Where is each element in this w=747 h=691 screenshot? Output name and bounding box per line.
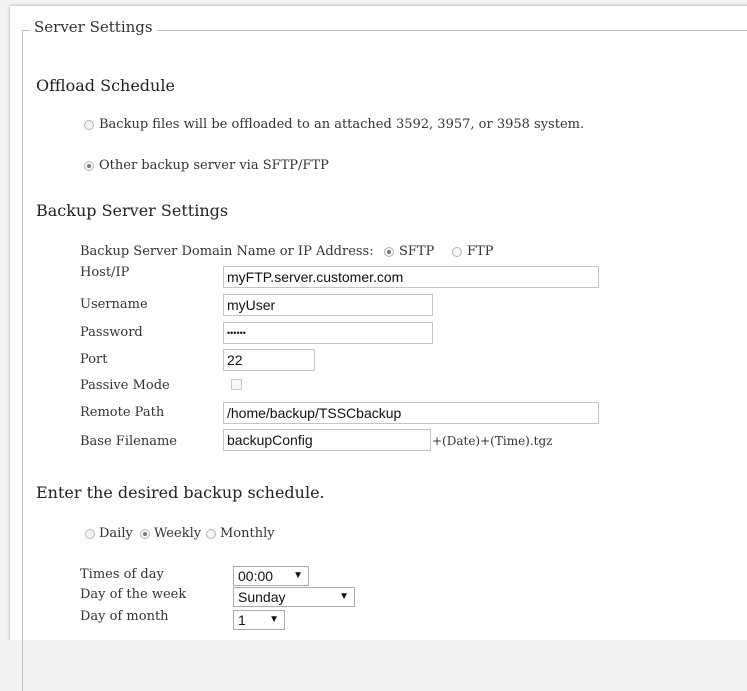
username-label: Username — [80, 297, 148, 312]
day-of-month-value: 1 — [238, 612, 246, 628]
host-input[interactable]: myFTP.server.customer.com — [223, 266, 599, 288]
chevron-down-icon: ▼ — [339, 591, 349, 602]
protocol-ftp-label: FTP — [467, 244, 494, 259]
day-of-month-select[interactable]: 1 ▼ — [233, 610, 285, 630]
weekly-label: Weekly — [154, 526, 202, 541]
day-of-week-value: Sunday — [238, 589, 286, 605]
offload-other-label: Other backup server via SFTP/FTP — [99, 158, 329, 173]
remote-path-label: Remote Path — [80, 405, 165, 420]
day-of-week-select[interactable]: Sunday ▼ — [233, 587, 355, 607]
day-of-week-label: Day of the week — [80, 587, 187, 602]
port-input[interactable]: 22 — [223, 349, 315, 371]
times-of-day-select[interactable]: 00:00 ▼ — [233, 566, 309, 586]
day-of-month-label: Day of month — [80, 609, 169, 624]
protocol-sftp-label: SFTP — [399, 244, 435, 259]
password-label: Password — [80, 325, 143, 340]
domain-label: Backup Server Domain Name or IP Address: — [80, 244, 374, 259]
times-of-day-value: 00:00 — [238, 568, 274, 584]
password-input[interactable]: •••••• — [223, 322, 433, 344]
passive-mode-label: Passive Mode — [80, 378, 170, 393]
offload-attached-radio[interactable] — [84, 120, 94, 130]
monthly-label: Monthly — [220, 526, 275, 541]
offload-attached-label: Backup files will be offloaded to an att… — [99, 117, 585, 132]
base-filename-suffix: +(Date)+(Time).tgz — [432, 434, 553, 448]
offload-schedule-heading: Offload Schedule — [36, 76, 175, 95]
chevron-down-icon: ▼ — [269, 614, 279, 625]
chevron-down-icon: ▼ — [293, 570, 303, 581]
schedule-heading: Enter the desired backup schedule. — [36, 483, 325, 502]
monthly-radio[interactable] — [206, 529, 216, 539]
times-of-day-label: Times of day — [80, 567, 164, 582]
server-settings-legend: Server Settings — [30, 18, 157, 36]
port-label: Port — [80, 352, 108, 367]
protocol-ftp-radio[interactable] — [452, 247, 462, 257]
daily-radio[interactable] — [85, 529, 95, 539]
protocol-sftp-radio[interactable] — [384, 247, 394, 257]
passive-mode-checkbox[interactable] — [231, 379, 242, 390]
offload-other-radio[interactable] — [84, 161, 94, 171]
backup-server-heading: Backup Server Settings — [36, 201, 229, 220]
weekly-radio[interactable] — [140, 529, 150, 539]
remote-path-input[interactable]: /home/backup/TSSCbackup — [223, 402, 599, 424]
base-filename-input[interactable]: backupConfig — [223, 429, 431, 451]
host-label: Host/IP — [80, 265, 130, 280]
daily-label: Daily — [99, 526, 133, 541]
username-input[interactable]: myUser — [223, 294, 433, 316]
base-filename-label: Base Filename — [80, 434, 177, 449]
